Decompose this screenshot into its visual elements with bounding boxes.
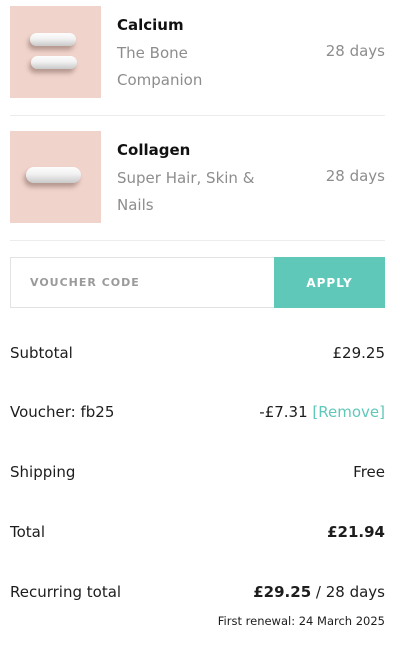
product-subtitle: The Bone Companion [117, 44, 203, 89]
subtotal-value: £29.25 [332, 344, 386, 362]
voucher-row: Voucher: fb25 -£7.31 [Remove] [10, 403, 385, 425]
divider [10, 115, 385, 116]
recurring-period: / 28 days [311, 583, 385, 601]
remove-voucher-link[interactable]: [Remove] [312, 403, 385, 421]
product-item-collagen: Collagen Super Hair, Skin & Nails 28 day… [10, 131, 385, 223]
voucher-code-input[interactable] [10, 257, 274, 308]
subtotal-label: Subtotal [10, 344, 73, 362]
capsule-icon [26, 167, 81, 183]
voucher-label: Voucher: fb25 [10, 403, 115, 421]
recurring-total-row: Recurring total £29.25 / 28 days [10, 583, 385, 605]
product-item-calcium: Calcium The Bone Companion 28 days [10, 6, 385, 98]
capsule-icon [31, 56, 77, 69]
recurring-total-value: £29.25 / 28 days [253, 583, 385, 601]
product-thumbnail [10, 131, 101, 223]
apply-voucher-button[interactable]: APPLY [274, 257, 385, 308]
shipping-value: Free [353, 463, 385, 481]
product-thumbnail [10, 6, 101, 98]
shipping-label: Shipping [10, 463, 76, 481]
product-subtitle: Super Hair, Skin & Nails [117, 169, 255, 214]
voucher-discount-value: -£7.31 [259, 403, 308, 421]
voucher-form: APPLY [10, 257, 385, 308]
total-row: Total £21.94 [10, 523, 385, 545]
product-name: Collagen [117, 141, 191, 159]
product-duration: 28 days [325, 42, 385, 60]
capsule-icon [30, 33, 76, 46]
order-summary: Calcium The Bone Companion 28 days Colla… [0, 0, 400, 662]
divider [10, 240, 385, 241]
subtotal-row: Subtotal £29.25 [10, 344, 385, 366]
product-name: Calcium [117, 16, 184, 34]
voucher-discount: -£7.31 [Remove] [259, 403, 385, 421]
recurring-amount: £29.25 [253, 583, 312, 601]
product-duration: 28 days [325, 167, 385, 185]
shipping-row: Shipping Free [10, 463, 385, 485]
total-label: Total [10, 523, 46, 541]
recurring-total-label: Recurring total [10, 583, 122, 601]
total-value: £21.94 [327, 523, 385, 541]
first-renewal-note: First renewal: 24 March 2025 [217, 614, 385, 628]
